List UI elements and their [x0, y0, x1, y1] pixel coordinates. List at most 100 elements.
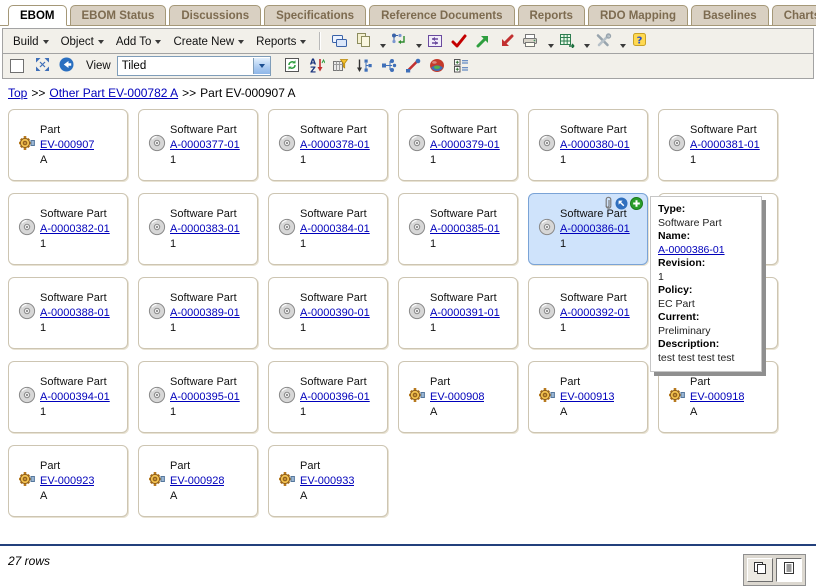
- tile-ev-000923[interactable]: PartEV-000923A: [8, 445, 128, 517]
- copy-button[interactable]: [351, 30, 375, 50]
- menu-object[interactable]: Object: [56, 33, 111, 51]
- tile-name-link[interactable]: A-0000395-01: [170, 391, 240, 403]
- tile-a-0000382-01[interactable]: Software PartA-0000382-011: [8, 193, 128, 265]
- new-window-button[interactable]: [327, 30, 351, 50]
- promote-button[interactable]: [471, 31, 495, 51]
- tile-a-0000388-01[interactable]: Software PartA-0000388-011: [8, 277, 128, 349]
- print-button[interactable]: [519, 30, 543, 50]
- tile-name-link[interactable]: A-0000383-01: [170, 223, 240, 235]
- tile-ev-000913[interactable]: PartEV-000913A: [528, 361, 648, 433]
- tab-discussions[interactable]: Discussions: [169, 5, 261, 26]
- tile-name-link[interactable]: A-0000390-01: [300, 307, 370, 319]
- tab-ebom-status[interactable]: EBOM Status: [70, 5, 167, 26]
- tab-baselines[interactable]: Baselines: [691, 5, 769, 26]
- tile-a-0000384-01[interactable]: Software PartA-0000384-011: [268, 193, 388, 265]
- tile-name-link[interactable]: A-0000378-01: [300, 139, 370, 151]
- print-dropdown[interactable]: [543, 44, 555, 48]
- tile-name-link[interactable]: A-0000381-01: [690, 139, 760, 151]
- tile-name-link[interactable]: A-0000389-01: [170, 307, 240, 319]
- tile-a-0000385-01[interactable]: Software PartA-0000385-011: [398, 193, 518, 265]
- tile-name-link[interactable]: EV-000933: [300, 475, 354, 487]
- tile-a-0000394-01[interactable]: Software PartA-0000394-011: [8, 361, 128, 433]
- tile-name-link[interactable]: A-0000385-01: [430, 223, 500, 235]
- tree-button[interactable]: [377, 55, 401, 75]
- tile-name-link[interactable]: A-0000379-01: [430, 139, 500, 151]
- disconnect-button[interactable]: [401, 55, 425, 75]
- navigate-button[interactable]: [615, 197, 628, 210]
- breadcrumb-link[interactable]: Other Part EV-000782 A: [49, 86, 178, 100]
- attachment-button[interactable]: [604, 196, 613, 210]
- paste-structure-button[interactable]: [387, 30, 411, 50]
- export-dropdown[interactable]: [579, 44, 591, 48]
- tile-a-0000380-01[interactable]: Software PartA-0000380-011: [528, 109, 648, 181]
- tools-dropdown[interactable]: [615, 44, 627, 48]
- tile-name-link[interactable]: A-0000391-01: [430, 307, 500, 319]
- tile-a-0000390-01[interactable]: Software PartA-0000390-011: [268, 277, 388, 349]
- tile-ev-000907[interactable]: PartEV-000907A: [8, 109, 128, 181]
- tile-ev-000928[interactable]: PartEV-000928A: [138, 445, 258, 517]
- tile-a-0000395-01[interactable]: Software PartA-0000395-011: [138, 361, 258, 433]
- tab-rdo-mapping[interactable]: RDO Mapping: [588, 5, 688, 26]
- tile-name-link[interactable]: EV-000923: [40, 475, 94, 487]
- tile-ev-000908[interactable]: PartEV-000908A: [398, 361, 518, 433]
- list-view-button[interactable]: [776, 558, 802, 582]
- tools-button[interactable]: [591, 30, 615, 50]
- help-button[interactable]: ?: [627, 30, 651, 50]
- tile-a-0000392-01[interactable]: Software PartA-0000392-011: [528, 277, 648, 349]
- tile-name-link[interactable]: EV-000918: [690, 391, 744, 403]
- paste-structure-dropdown[interactable]: [411, 44, 423, 48]
- menu-reports[interactable]: Reports: [251, 33, 313, 51]
- menu-add-to[interactable]: Add To: [111, 33, 169, 51]
- expand-rows-button[interactable]: [449, 55, 473, 75]
- select-all-checkbox[interactable]: [10, 59, 24, 73]
- tile-name-link[interactable]: EV-000913: [560, 391, 614, 403]
- levels-button[interactable]: [353, 55, 377, 75]
- tile-a-0000391-01[interactable]: Software PartA-0000391-011: [398, 277, 518, 349]
- tab-charts[interactable]: Charts: [772, 5, 816, 26]
- tile-name-link[interactable]: EV-000907: [40, 139, 94, 151]
- tile-a-0000386-01[interactable]: Software PartA-0000386-011: [528, 193, 648, 265]
- tile-a-0000377-01[interactable]: Software PartA-0000377-011: [138, 109, 258, 181]
- menu-create-new[interactable]: Create New: [168, 33, 251, 51]
- approve-button[interactable]: [447, 31, 471, 51]
- tile-name-link[interactable]: EV-000908: [430, 391, 484, 403]
- tile-a-0000389-01[interactable]: Software PartA-0000389-011: [138, 277, 258, 349]
- filter-button[interactable]: [329, 55, 353, 75]
- tile-name-link[interactable]: A-0000392-01: [560, 307, 630, 319]
- tab-reference-documents[interactable]: Reference Documents: [369, 5, 514, 26]
- tile-name-link[interactable]: A-0000380-01: [560, 139, 630, 151]
- tile-name-link[interactable]: A-0000388-01: [40, 307, 110, 319]
- sort-button[interactable]: AZ: [305, 55, 329, 75]
- breadcrumb-link[interactable]: Top: [8, 86, 27, 100]
- tile-a-0000381-01[interactable]: Software PartA-0000381-011: [658, 109, 778, 181]
- tile-name-link[interactable]: A-0000384-01: [300, 223, 370, 235]
- tile-a-0000396-01[interactable]: Software PartA-0000396-011: [268, 361, 388, 433]
- chevron-down-icon[interactable]: [253, 58, 270, 74]
- chart-button[interactable]: [425, 55, 449, 75]
- tile-name-link[interactable]: EV-000928: [170, 475, 224, 487]
- add-button[interactable]: [630, 197, 643, 210]
- export-button[interactable]: [555, 30, 579, 50]
- go-button[interactable]: [54, 55, 78, 75]
- refresh-button[interactable]: [281, 55, 305, 75]
- tab-ebom[interactable]: EBOM: [8, 5, 67, 26]
- menu-build[interactable]: Build: [8, 33, 56, 51]
- tile-name-link[interactable]: A-0000382-01: [40, 223, 110, 235]
- tile-a-0000378-01[interactable]: Software PartA-0000378-011: [268, 109, 388, 181]
- tile-name-link[interactable]: A-0000377-01: [170, 139, 240, 151]
- demote-button[interactable]: [495, 31, 519, 51]
- tile-ev-000933[interactable]: PartEV-000933A: [268, 445, 388, 517]
- view-select[interactable]: Tiled: [117, 56, 271, 76]
- tab-reports[interactable]: Reports: [518, 5, 585, 26]
- tile-a-0000379-01[interactable]: Software PartA-0000379-011: [398, 109, 518, 181]
- tile-name-link[interactable]: A-0000386-01: [560, 223, 630, 235]
- tile-a-0000383-01[interactable]: Software PartA-0000383-011: [138, 193, 258, 265]
- expand-all-button[interactable]: [30, 55, 54, 75]
- tooltip-name-link[interactable]: A-0000386-01: [658, 244, 725, 256]
- tile-view-button[interactable]: [747, 558, 773, 582]
- tile-name-link[interactable]: A-0000396-01: [300, 391, 370, 403]
- tab-specifications[interactable]: Specifications: [264, 5, 366, 26]
- compare-button[interactable]: [423, 31, 447, 51]
- copy-dropdown[interactable]: [375, 44, 387, 48]
- tile-name-link[interactable]: A-0000394-01: [40, 391, 110, 403]
